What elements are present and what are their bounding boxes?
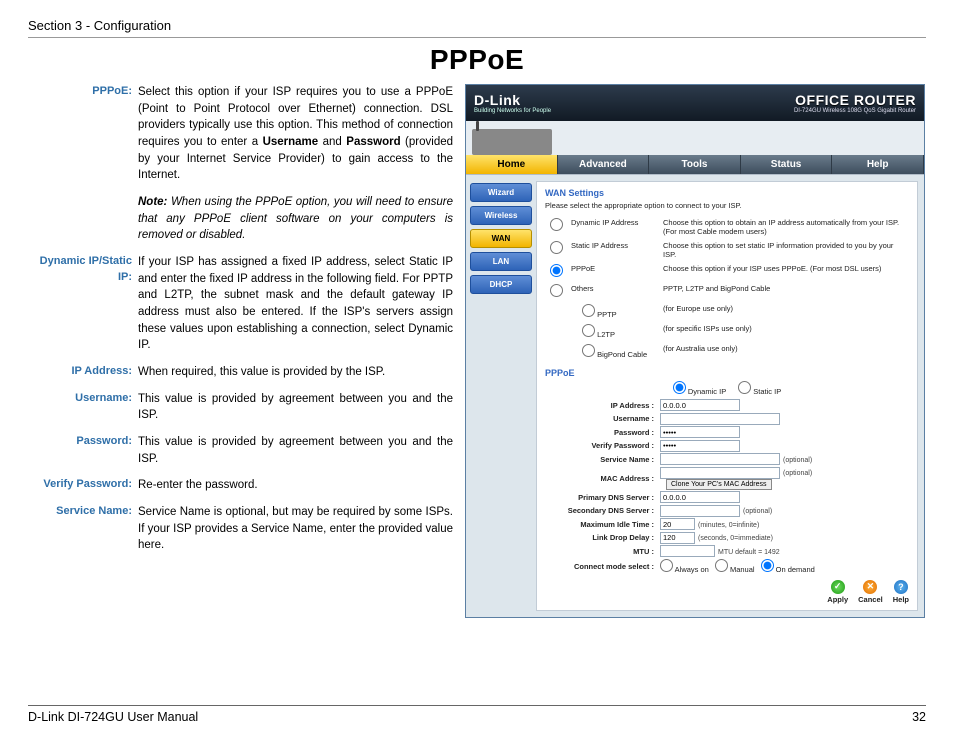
field-input[interactable] [660,399,740,411]
field-input[interactable] [660,467,780,479]
field-input[interactable] [660,505,740,517]
apply-button[interactable]: ✓Apply [827,580,848,604]
sidenav-wireless[interactable]: Wireless [470,206,532,225]
definition-label: Username: [28,391,138,424]
field-label: Username : [545,414,660,423]
field-input[interactable] [660,413,780,425]
cancel-button[interactable]: ✕Cancel [858,580,883,604]
field-hint: (optional) [743,508,772,515]
field-hint: (optional) [783,457,812,464]
field-label: MAC Address : [545,474,660,483]
page-title: PPPoE [28,44,926,76]
wan-sub-option-radio[interactable] [582,304,595,317]
field-label: Maximum Idle Time : [545,520,660,529]
field-label: MTU : [545,547,660,556]
field-input[interactable] [660,518,695,530]
tab-tools[interactable]: Tools [649,155,741,174]
wan-option-radio[interactable] [550,284,563,297]
wan-option-radio[interactable] [550,218,563,231]
field-hint: (optional) [783,470,812,477]
ip-mode-row: Dynamic IP Static IP [545,381,909,396]
definition-label: IP Address: [28,364,138,381]
pppoe-heading: PPPoE [545,368,909,378]
field-input[interactable] [660,545,715,557]
connect-mode-option[interactable]: Always on [660,565,709,574]
panel-header: D-Link Building Networks for People OFFI… [466,85,924,121]
footer-left: D-Link DI-724GU User Manual [28,710,198,724]
router-image [472,129,552,155]
clone-mac-button[interactable]: Clone Your PC's MAC Address [666,479,772,490]
field-label: Service Name : [545,455,660,464]
wan-option-radio[interactable] [550,241,563,254]
ipmode-option[interactable]: Static IP [738,387,781,396]
definition-body: If your ISP has assigned a fixed IP addr… [138,254,453,354]
brand-tagline: Building Networks for People [474,108,551,114]
wan-sub-option-radio[interactable] [582,344,595,357]
product-title: OFFICE ROUTER [794,92,916,108]
action-buttons-row: ✓Apply ✕Cancel ?Help [545,580,909,604]
field-hint: (minutes, 0=infinite) [698,522,759,529]
field-hint: MTU default = 1492 [718,549,780,556]
ipmode-option[interactable]: Dynamic IP [673,387,726,396]
definition-body: Re-enter the password. [138,477,453,494]
wan-options-table: Dynamic IP AddressChoose this option to … [545,214,909,362]
footer-page-number: 32 [912,710,926,724]
definition-label: Verify Password: [28,477,138,494]
page-footer: D-Link DI-724GU User Manual 32 [28,705,926,724]
definition-body: When required, this value is provided by… [138,364,453,381]
tab-home[interactable]: Home [466,155,558,174]
product-photo-strip [466,121,924,155]
product-subtitle: DI-724GU Wireless 108G QoS Gigabit Route… [794,108,916,114]
definition-body: This value is provided by agreement betw… [138,434,453,467]
sidenav-dhcp[interactable]: DHCP [470,275,532,294]
sidenav-lan[interactable]: LAN [470,252,532,271]
brand-logo: D-Link [474,92,551,108]
apply-icon: ✓ [831,580,845,594]
definition-label: PPPoE: [28,84,138,184]
help-button[interactable]: ?Help [893,580,909,604]
field-label: Password : [545,428,660,437]
definition-label: Dynamic IP/Static IP: [28,254,138,354]
tab-status[interactable]: Status [741,155,833,174]
field-label: IP Address : [545,401,660,410]
definition-label: Service Name: [28,504,138,554]
field-input[interactable] [660,440,740,452]
field-label: Link Drop Delay : [545,533,660,542]
field-label: Secondary DNS Server : [545,506,660,515]
cancel-icon: ✕ [863,580,877,594]
main-content-panel: WAN Settings Please select the appropria… [536,181,918,611]
field-input[interactable] [660,491,740,503]
field-hint: (seconds, 0=immediate) [698,535,773,542]
side-nav: Wizard Wireless WAN LAN DHCP [466,175,536,617]
help-icon: ? [894,580,908,594]
tab-advanced[interactable]: Advanced [558,155,650,174]
field-label: Verify Password : [545,441,660,450]
field-label: Primary DNS Server : [545,493,660,502]
connect-mode-option[interactable]: Manual [715,565,755,574]
section-header: Section 3 - Configuration [28,18,926,38]
tab-help[interactable]: Help [832,155,924,174]
wan-option-radio[interactable] [550,264,563,277]
field-input[interactable] [660,532,695,544]
definition-label: Password: [28,434,138,467]
definition-body: This value is provided by agreement betw… [138,391,453,424]
wan-settings-heading: WAN Settings [545,188,909,198]
definitions-column: PPPoE:Select this option if your ISP req… [28,84,453,618]
sidenav-wan[interactable]: WAN [470,229,532,248]
field-input[interactable] [660,453,780,465]
main-tabs: HomeAdvancedToolsStatusHelp [466,155,924,175]
field-input[interactable] [660,426,740,438]
definition-body: Service Name is optional, but may be req… [138,504,453,554]
note-text: Note: When using the PPPoE option, you w… [138,194,453,244]
wan-settings-sub: Please select the appropriate option to … [545,201,909,210]
router-admin-panel: D-Link Building Networks for People OFFI… [465,84,925,618]
definition-body: Select this option if your ISP requires … [138,84,453,184]
field-label: Connect mode select : [545,562,660,571]
sidenav-wizard[interactable]: Wizard [470,183,532,202]
connect-mode-option[interactable]: On demand [761,565,815,574]
wan-sub-option-radio[interactable] [582,324,595,337]
